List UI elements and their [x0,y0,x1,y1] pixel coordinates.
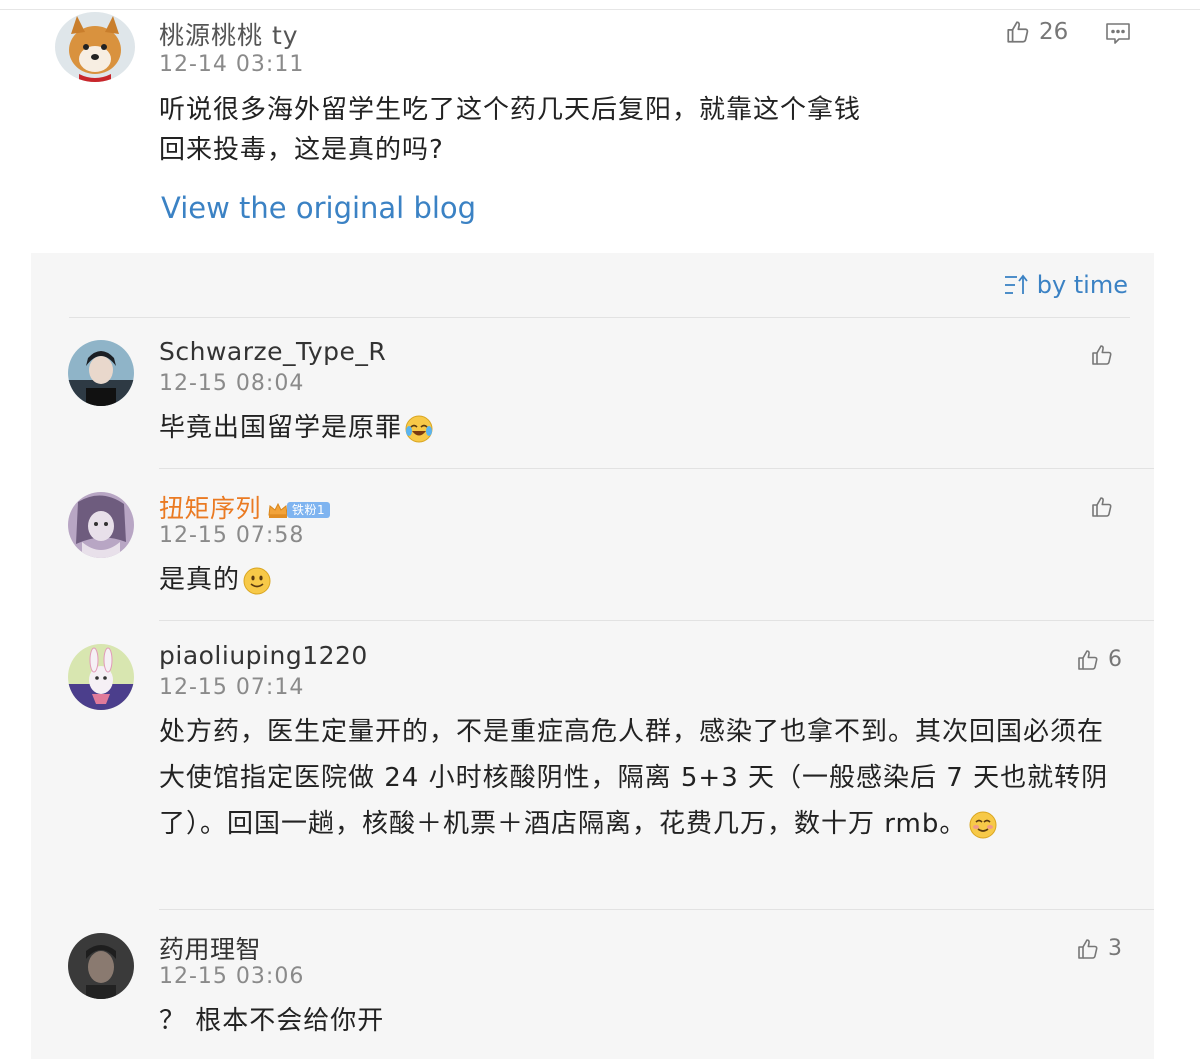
like-button[interactable] [1090,343,1122,367]
divider [159,620,1154,621]
laughing-crying-emoji-icon [405,415,433,442]
divider [159,468,1154,469]
avatar[interactable] [68,340,134,406]
reply-timestamp: 12-15 03:06 [159,964,305,989]
avatar[interactable] [68,492,134,558]
fan-badge: 铁粉1 [267,501,331,519]
avatar[interactable] [55,12,135,82]
badge-label: 铁粉1 [287,502,331,518]
reply-username-text: 扭矩序列 [159,494,262,523]
user-avatar-icon [68,933,134,999]
like-count: 3 [1108,936,1122,961]
reply-username[interactable]: 扭矩序列 铁粉1 [159,489,331,525]
reply-text: 毕竟出国留学是原罪 [159,405,1124,451]
thumbs-up-icon [1092,345,1112,365]
top-divider [0,9,1200,10]
sort-icon [1004,274,1028,294]
reply-timestamp: 12-15 07:14 [159,675,305,700]
view-original-blog-link[interactable]: View the original blog [161,191,476,225]
reply-timestamp: 12-15 08:04 [159,371,305,396]
thumbs-up-icon [1007,21,1029,43]
avatar[interactable] [68,644,134,710]
like-count: 6 [1108,647,1122,672]
user-avatar-icon [68,492,134,558]
sort-label: by time [1036,271,1128,299]
comment-timestamp: 12-14 03:11 [159,52,305,77]
like-button[interactable]: 6 [1076,647,1122,672]
reply-text: 处方药，医生定量开的，不是重症高危人群，感染了也拿不到。其次回国必须在大使馆指定… [159,709,1124,847]
comment-username[interactable]: 桃源桃桃 ty [159,16,299,52]
sort-by-time-button[interactable]: by time [1003,271,1128,299]
divider [69,317,1130,318]
reply-button[interactable] [1105,22,1131,50]
comment-text: 听说很多海外留学生吃了这个药几天后复阳，就靠这个拿钱回来投毒，这是真的吗? [159,95,862,165]
user-avatar-icon [68,644,134,710]
smile-emoji-icon [243,567,271,594]
like-button[interactable] [1090,495,1122,519]
reply-text-content: 是真的 [159,565,241,595]
reply-username[interactable]: 药用理智 [159,930,261,966]
crown-icon [268,502,288,518]
avatar[interactable] [68,933,134,999]
replies-panel: by time Schwarze_Type_R 12-15 08:04 毕竟出国… [31,253,1154,1059]
reply-username[interactable]: Schwarze_Type_R [159,337,386,366]
like-button[interactable]: 26 [1005,19,1068,45]
blush-emoji-icon [969,811,997,838]
reply-text: ？ 根本不会给你开 [159,1006,385,1036]
divider [159,909,1154,910]
comment-icon [1106,23,1130,44]
shiba-dog-avatar-icon [55,12,135,82]
reply-text-content: 毕竟出国留学是原罪 [159,413,403,443]
thumbs-up-icon [1078,938,1098,959]
reply-username[interactable]: piaoliuping1220 [159,641,368,670]
thumbs-up-icon [1078,649,1098,670]
reply-text: 是真的 [159,557,1124,603]
reply-text-content: 处方药，医生定量开的，不是重症高危人群，感染了也拿不到。其次回国必须在大使馆指定… [159,717,1109,839]
thumbs-up-icon [1092,497,1112,517]
like-count: 26 [1039,19,1069,45]
like-button[interactable]: 3 [1076,936,1122,961]
user-avatar-icon [68,340,134,406]
reply-timestamp: 12-15 07:58 [159,523,305,548]
